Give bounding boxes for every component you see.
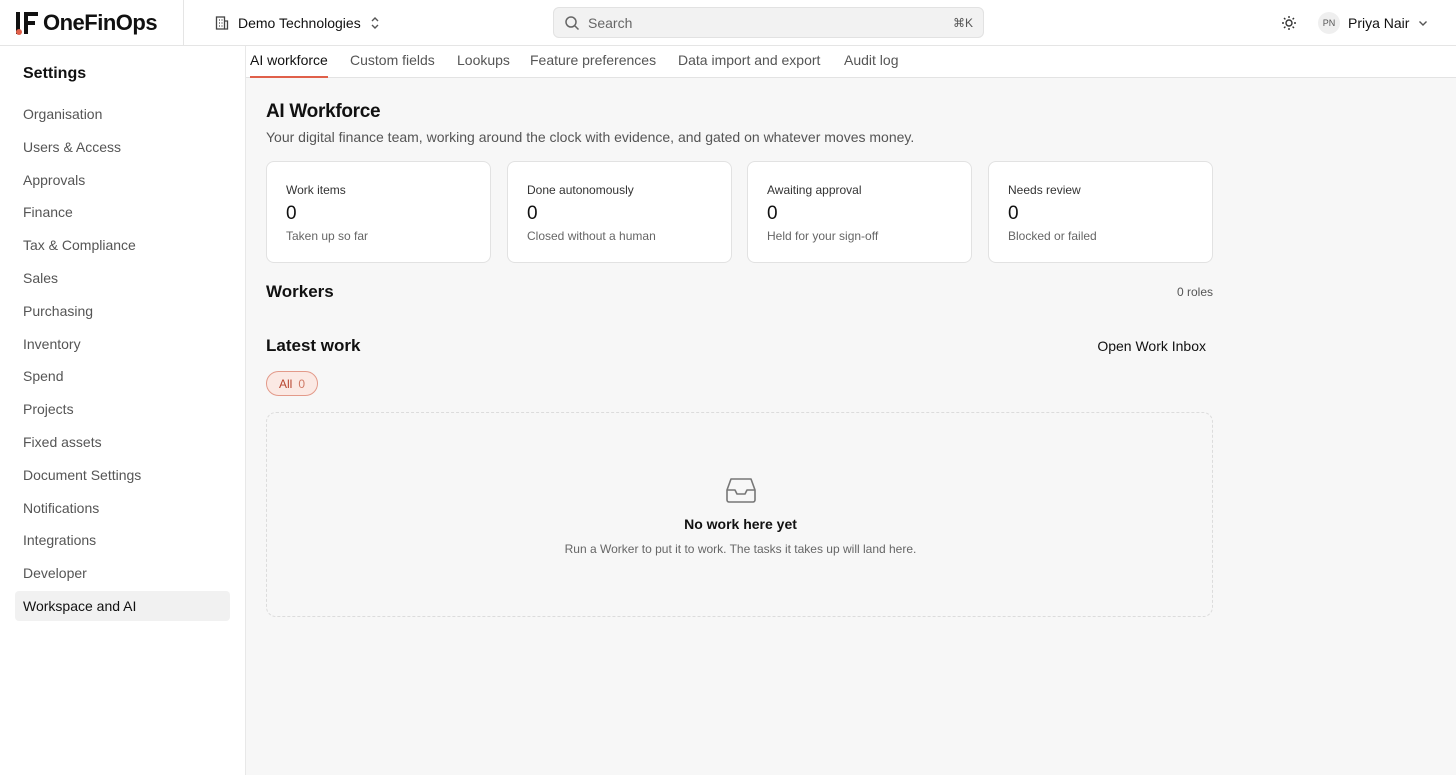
workers-heading: Workers bbox=[266, 282, 334, 301]
main-content: AI workforce Custom fields Lookups Featu… bbox=[246, 46, 1456, 775]
sidebar-item-finance[interactable]: Finance bbox=[15, 197, 230, 227]
latest-work-heading: Latest work bbox=[266, 336, 361, 355]
stat-label: Needs review bbox=[1008, 183, 1081, 197]
empty-state-title: No work here yet bbox=[684, 516, 797, 532]
empty-state-text: Run a Worker to put it to work. The task… bbox=[564, 542, 917, 556]
settings-tabs: AI workforce Custom fields Lookups Featu… bbox=[246, 46, 1456, 78]
top-bar: OneFinOps Demo Technologies Search ⌘K PN… bbox=[0, 0, 1456, 46]
sidebar-item-inventory[interactable]: Inventory bbox=[15, 329, 230, 359]
sidebar-item-developer[interactable]: Developer bbox=[15, 558, 230, 588]
sidebar-item-spend[interactable]: Spend bbox=[15, 361, 230, 391]
chevron-updown-icon bbox=[371, 17, 379, 29]
stat-label: Work items bbox=[286, 183, 346, 197]
tab-lookups[interactable]: Lookups bbox=[457, 52, 510, 78]
sidebar-item-approvals[interactable]: Approvals bbox=[15, 165, 230, 195]
tab-feature-preferences[interactable]: Feature preferences bbox=[530, 52, 656, 78]
brand-mark-icon bbox=[16, 12, 38, 35]
sidebar-item-document-settings[interactable]: Document Settings bbox=[15, 460, 230, 490]
open-work-inbox-button[interactable]: Open Work Inbox bbox=[1086, 336, 1206, 356]
user-menu[interactable]: PN Priya Nair bbox=[1318, 11, 1429, 35]
stat-note: Closed without a human bbox=[527, 229, 656, 243]
workers-role-count: 0 roles bbox=[1176, 285, 1213, 299]
sun-icon bbox=[1282, 16, 1296, 30]
sidebar-item-workspace-ai[interactable]: Workspace and AI bbox=[15, 590, 230, 621]
chevron-down-icon bbox=[1419, 21, 1428, 26]
stat-card-awaiting-approval: Awaiting approval 0 Held for your sign-o… bbox=[747, 161, 972, 263]
stat-value: 0 bbox=[527, 203, 538, 224]
stat-label: Awaiting approval bbox=[767, 183, 862, 197]
stat-card-work-items: Work items 0 Taken up so far bbox=[266, 161, 491, 263]
avatar: PN bbox=[1318, 12, 1340, 34]
page-subtitle: Your digital finance team, working aroun… bbox=[266, 129, 915, 145]
sidebar-item-purchasing[interactable]: Purchasing bbox=[15, 296, 230, 326]
sidebar-item-users-access[interactable]: Users & Access bbox=[15, 132, 230, 162]
settings-sidebar: Settings Organisation Users & Access App… bbox=[0, 46, 246, 775]
stat-card-needs-review: Needs review 0 Blocked or failed bbox=[988, 161, 1213, 263]
filter-chip-all[interactable]: All 0 bbox=[266, 371, 318, 396]
theme-toggle-button[interactable] bbox=[1278, 12, 1300, 34]
brand-name: OneFinOps bbox=[43, 10, 158, 35]
brand-logo[interactable]: OneFinOps bbox=[15, 9, 158, 37]
search-input[interactable]: Search ⌘K bbox=[553, 7, 984, 38]
page-title: AI Workforce bbox=[266, 101, 381, 122]
filter-chip-count: 0 bbox=[298, 376, 306, 391]
stat-note: Held for your sign-off bbox=[767, 229, 879, 243]
sidebar-item-fixed-assets[interactable]: Fixed assets bbox=[15, 427, 230, 457]
search-shortcut: ⌘K bbox=[952, 15, 973, 30]
sidebar-item-projects[interactable]: Projects bbox=[15, 394, 230, 424]
sidebar-item-tax-compliance[interactable]: Tax & Compliance bbox=[15, 230, 230, 260]
stat-value: 0 bbox=[286, 203, 297, 224]
empty-state: No work here yet Run a Worker to put it … bbox=[266, 412, 1213, 617]
tab-ai-workforce[interactable]: AI workforce bbox=[250, 52, 328, 78]
search-placeholder: Search bbox=[588, 14, 633, 31]
stat-value: 0 bbox=[1008, 203, 1019, 224]
tab-custom-fields[interactable]: Custom fields bbox=[350, 52, 435, 78]
filter-chip-label: All bbox=[278, 376, 293, 391]
building-icon bbox=[215, 16, 229, 30]
search-icon bbox=[565, 15, 580, 30]
user-name: Priya Nair bbox=[1348, 15, 1410, 31]
sidebar-item-integrations[interactable]: Integrations bbox=[15, 525, 230, 555]
tab-data-import-export[interactable]: Data import and export bbox=[678, 52, 820, 78]
brand-divider bbox=[183, 0, 184, 46]
sidebar-item-organisation[interactable]: Organisation bbox=[15, 99, 230, 129]
organization-switcher[interactable]: Demo Technologies bbox=[214, 12, 381, 34]
stat-label: Done autonomously bbox=[527, 183, 634, 197]
sidebar-title: Settings bbox=[23, 65, 87, 82]
tab-audit-log[interactable]: Audit log bbox=[844, 52, 898, 78]
organization-name: Demo Technologies bbox=[238, 15, 361, 31]
sidebar-nav: Organisation Users & Access Approvals Fi… bbox=[15, 99, 230, 624]
inbox-icon bbox=[726, 478, 756, 503]
stat-note: Taken up so far bbox=[286, 229, 369, 243]
stat-card-done-autonomously: Done autonomously 0 Closed without a hum… bbox=[507, 161, 732, 263]
stat-note: Blocked or failed bbox=[1008, 229, 1097, 243]
sidebar-item-notifications[interactable]: Notifications bbox=[15, 493, 230, 523]
sidebar-item-sales[interactable]: Sales bbox=[15, 263, 230, 293]
stat-value: 0 bbox=[767, 203, 778, 224]
